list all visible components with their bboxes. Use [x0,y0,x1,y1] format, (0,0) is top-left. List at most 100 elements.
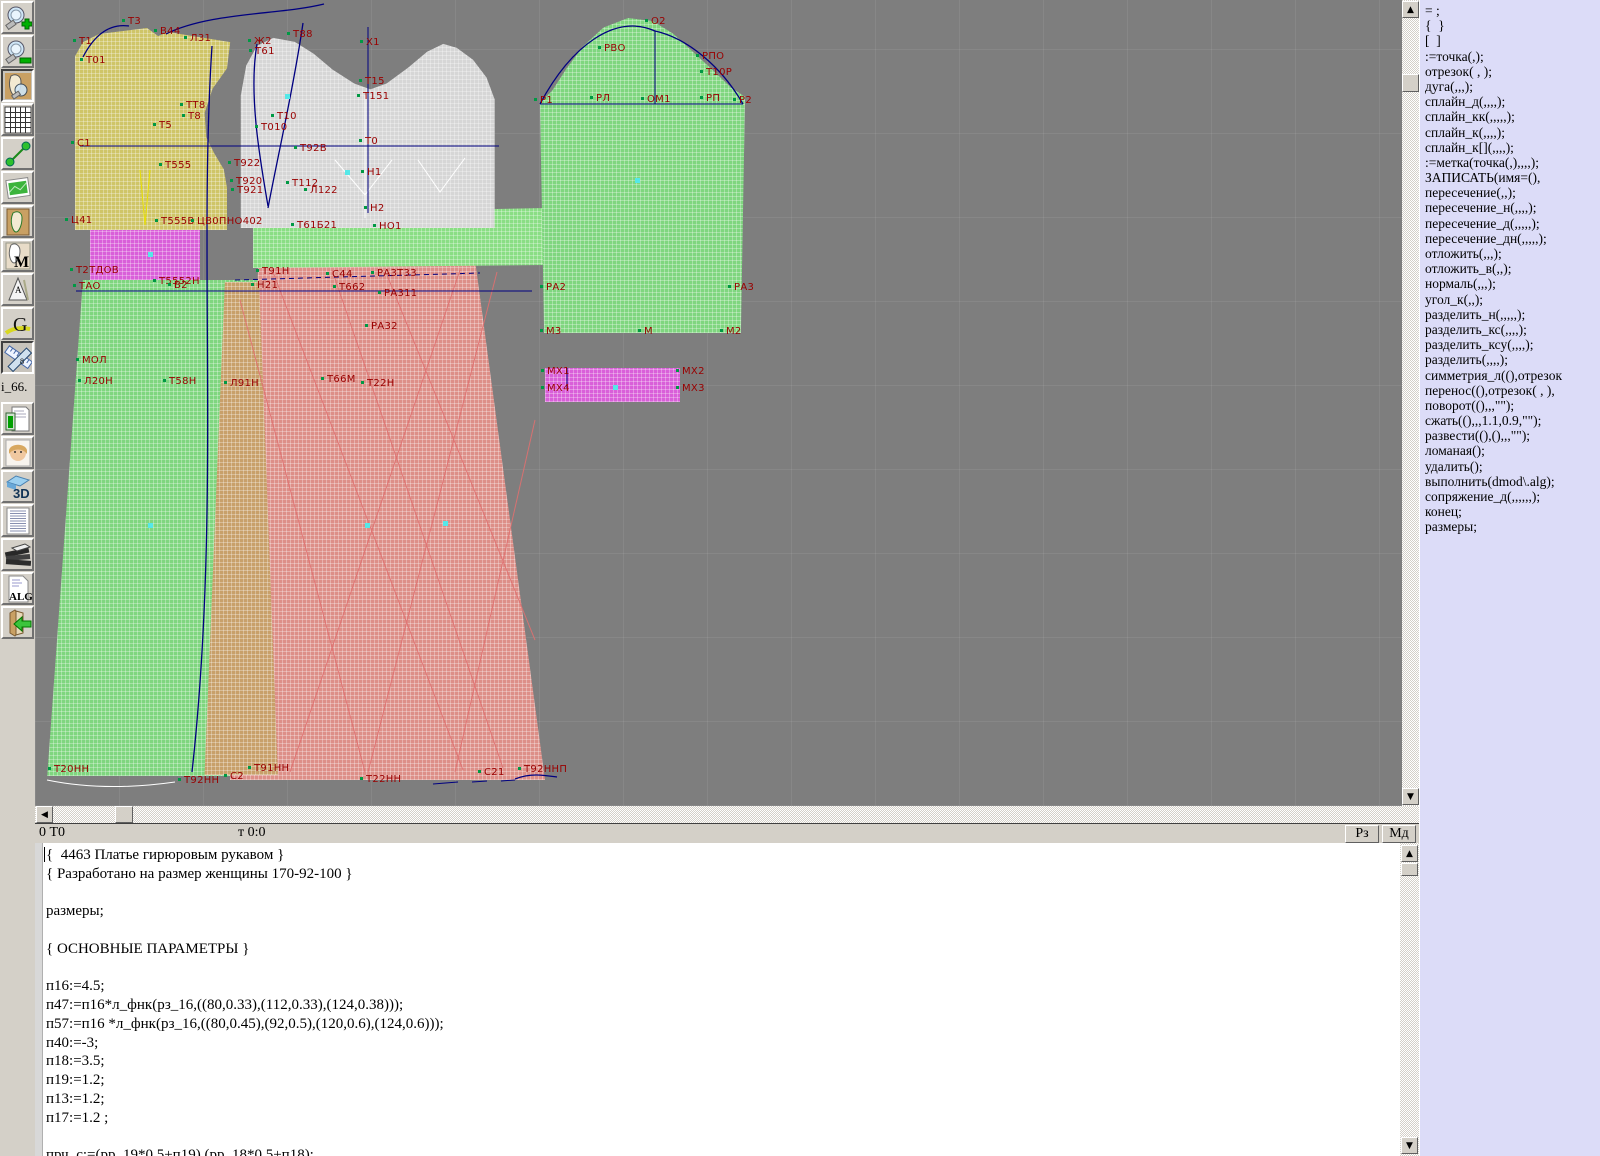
command-panel: = ;{ }[ ]:=точка(,);отрезок( , );дуга(,,… [1419,0,1600,1156]
drafting-tools-button[interactable]: A [1,273,34,306]
command-item[interactable]: отложить(,,,); [1425,246,1600,261]
command-item[interactable]: симметрия_л((),отрезок [1425,368,1600,383]
command-listing-button[interactable] [1,504,34,537]
editor-line[interactable]: п17:=1.2 ; [46,1109,1400,1128]
editor-line[interactable]: п47:=п16*л_фнк(рз_16,((80,0.33),(112,0.3… [46,996,1400,1015]
command-item[interactable]: ломаная(); [1425,443,1600,458]
command-item[interactable]: { } [1425,18,1600,33]
books-button[interactable] [1,538,34,571]
view-3d-button[interactable]: 3D [1,470,34,503]
editor-vscrollbar[interactable]: ▲ ▼ [1400,843,1419,1156]
scroll-left-icon[interactable]: ◀ [36,806,53,823]
point-label: Т1 [79,36,92,47]
point-marker [364,206,367,209]
command-item[interactable]: сплайн_к[](,,,,); [1425,140,1600,155]
grid-button[interactable] [1,103,34,136]
editor-line[interactable]: прч_с:=(рр_19*0.5+п19),(рр_18*0.5+п18); [46,1146,1400,1156]
point-marker [255,125,258,128]
editor-line[interactable]: п13:=1.2; [46,1090,1400,1109]
command-item[interactable]: нормаль(,,,); [1425,276,1600,291]
editor-scroll-down-icon[interactable]: ▼ [1401,1137,1418,1154]
command-item[interactable]: конец; [1425,504,1600,519]
command-item[interactable]: сплайн_к(,,,,); [1425,125,1600,140]
editor-line[interactable]: { Разработано на размер женщины 170-92-1… [46,865,1400,884]
scroll-down-icon[interactable]: ▼ [1402,788,1419,805]
command-item[interactable]: пересечение_дн(,,,,,); [1425,231,1600,246]
command-item[interactable]: перенос((),отрезок( , ), [1425,383,1600,398]
point-label: Т0 [365,136,378,147]
command-item[interactable]: разделить_ксу(,,,,); [1425,337,1600,352]
canvas-vscroll-thumb[interactable] [1402,74,1419,92]
portrait-button[interactable] [1,436,34,469]
editor-line[interactable] [46,884,1400,903]
canvas-hscroll-thumb[interactable] [115,806,133,823]
point-marker [304,188,307,191]
md-button[interactable]: Мд [1382,825,1416,843]
scroll-up-icon[interactable]: ▲ [1402,1,1419,18]
canvas-vscrollbar[interactable]: ▲ ▼ [1402,0,1419,806]
editor-line[interactable] [46,959,1400,978]
image-view-button[interactable] [1,171,34,204]
command-item[interactable]: пересечение(,,); [1425,185,1600,200]
view-pattern-button[interactable] [1,69,34,102]
rulers-button[interactable]: 8 [1,341,34,374]
command-item[interactable]: развести((),(),,,""); [1425,428,1600,443]
command-item[interactable]: = ; [1425,3,1600,18]
command-item[interactable]: сплайн_кк(,,,,,); [1425,109,1600,124]
point-label: Т921 [237,185,263,196]
code-editor[interactable]: { 4463 Платье гирюровым рукавом }{ Разра… [35,843,1400,1156]
pattern-canvas[interactable]: Т3В44Л31Т1Т01Ж2Т88Т61Х1Т15Т151ТТ8Т8Т5Т10… [35,0,1402,806]
stats-table-button[interactable] [1,402,34,435]
command-item[interactable]: разделить_н(,,,,,); [1425,307,1600,322]
editor-line[interactable]: п16:=4.5; [46,977,1400,996]
editor-line[interactable]: { ОСНОВНЫЕ ПАРАМЕТРЫ } [46,940,1400,959]
command-item[interactable]: пересечение_д(,,,,,); [1425,216,1600,231]
editor-line[interactable] [46,1127,1400,1146]
command-item[interactable]: размеры; [1425,519,1600,534]
command-item[interactable]: отложить_в(,,); [1425,261,1600,276]
command-item[interactable]: отрезок( , ); [1425,64,1600,79]
command-item[interactable]: удалить(); [1425,459,1600,474]
drafting-tools-icon: A [4,276,32,304]
pattern-frame-button[interactable] [1,205,34,238]
command-item[interactable]: ЗАПИСАТЬ(имя=(), [1425,170,1600,185]
editor-line[interactable]: п57:=п16 *л_фнк(рз_16,((80,0.45),(92,0.5… [46,1015,1400,1034]
point-label: М3 [546,326,562,337]
measure-segment-button[interactable] [1,137,34,170]
book-export-button[interactable] [1,606,34,639]
rz-button[interactable]: Рз [1345,825,1379,843]
command-item[interactable]: разделить_кс(,,,,); [1425,322,1600,337]
editor-vscroll-thumb[interactable] [1401,863,1418,876]
alg-file-button[interactable]: ALG [1,572,34,605]
command-item[interactable]: сжать((),,,1.1,0.9,""); [1425,413,1600,428]
editor-line[interactable]: п40:=-3; [46,1034,1400,1053]
editor-lines[interactable]: { 4463 Платье гирюровым рукавом }{ Разра… [46,846,1400,1156]
command-item[interactable]: сплайн_д(,,,,); [1425,94,1600,109]
canvas-hscrollbar[interactable]: ◀ [35,806,1419,823]
editor-line[interactable] [46,921,1400,940]
editor-line[interactable]: { 4463 Платье гирюровым рукавом } [46,846,1400,865]
editor-line[interactable]: п18:=3.5; [46,1052,1400,1071]
editor-line[interactable]: размеры; [46,902,1400,921]
point-marker [159,163,162,166]
command-item[interactable]: угол_к(,,); [1425,292,1600,307]
command-item[interactable]: дуга(,,,); [1425,79,1600,94]
editor-line[interactable]: п19:=1.2; [46,1071,1400,1090]
g-measure-button[interactable]: G [1,307,34,340]
pattern-m-button[interactable]: M [1,239,34,272]
command-item[interactable]: :=точка(,); [1425,49,1600,64]
command-item[interactable]: [ ] [1425,33,1600,48]
command-item[interactable]: сопряжение_д(,,,,,,); [1425,489,1600,504]
point-label: Л122 [310,185,338,196]
editor-scroll-up-icon[interactable]: ▲ [1401,845,1418,862]
command-item[interactable]: разделить(,,,,); [1425,352,1600,367]
zoom-in-button[interactable] [1,1,34,34]
pattern-piece-sleeve[interactable] [540,18,745,333]
command-item[interactable]: выполнить(dmod\.alg); [1425,474,1600,489]
selection-marker [613,385,618,390]
command-item[interactable]: пересечение_н(,,,,); [1425,200,1600,215]
pattern-piece-front-skirt[interactable] [230,265,545,780]
command-item[interactable]: поворот((),,,""); [1425,398,1600,413]
command-item[interactable]: :=метка(точка(,),,,,); [1425,155,1600,170]
zoom-out-button[interactable] [1,35,34,68]
